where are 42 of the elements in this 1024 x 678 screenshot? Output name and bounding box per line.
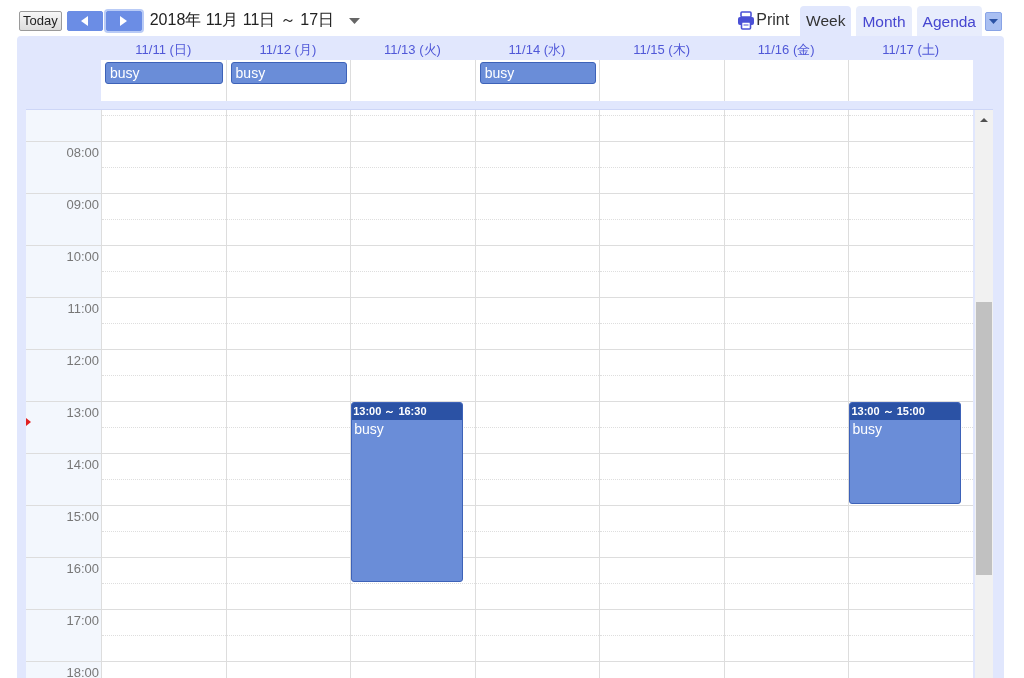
time-label: 09:00 [66,197,99,212]
time-label: 15:00 [66,509,99,524]
view-tab[interactable]: Week [800,6,852,36]
event-block[interactable]: 13:00 ～ 16:30 busy [351,402,463,582]
scrollbar-thumb[interactable] [976,302,992,575]
scrollbar-track[interactable] [975,110,993,678]
caret-icon[interactable] [349,17,361,24]
time-label: 12:00 [66,353,99,368]
current-time-marker-icon [26,418,31,426]
event-title: busy [353,420,385,438]
event-block[interactable]: 13:00 ～ 15:00 busy [849,402,961,504]
view-dropdown-button[interactable] [985,12,1002,31]
time-label: 18:00 [66,665,99,678]
print-link[interactable]: Print [737,10,790,30]
time-label: 17:00 [66,613,99,628]
time-label: 08:00 [66,145,99,160]
time-label: 13:00 [66,405,99,420]
day-header: 11/11 (日) [134,41,193,59]
printer-icon [737,10,756,30]
next-button[interactable] [105,10,142,31]
right-triangle-icon [120,15,128,26]
view-tab[interactable]: Month [856,6,912,36]
day-header: 11/13 (火) [383,41,442,59]
time-label: 10:00 [66,249,99,264]
date-range: 2018年 11月 11日 ～ 17日 [149,10,335,30]
left-triangle-icon [81,15,89,26]
day-header: 11/15 (木) [632,41,691,59]
day-header: 11/14 (水) [507,41,567,59]
event-time: 13:00 ～ 15:00 [850,403,960,420]
caret-icon [989,19,998,24]
time-label: 16:00 [66,561,99,576]
day-header: 11/17 (土) [881,41,941,59]
event-time: 13:00 ～ 16:30 [352,403,462,420]
scroll-up-arrow-icon[interactable] [980,118,988,122]
previous-button[interactable] [66,10,103,31]
time-label: 11:00 [67,301,99,316]
day-header: 11/16 (金) [756,41,816,59]
time-label: 14:00 [66,457,99,472]
view-tab[interactable]: Agenda [916,6,982,36]
event-title: busy [851,420,883,438]
today-button[interactable]: Today [19,10,62,31]
day-header: 11/12 (月) [258,41,318,59]
